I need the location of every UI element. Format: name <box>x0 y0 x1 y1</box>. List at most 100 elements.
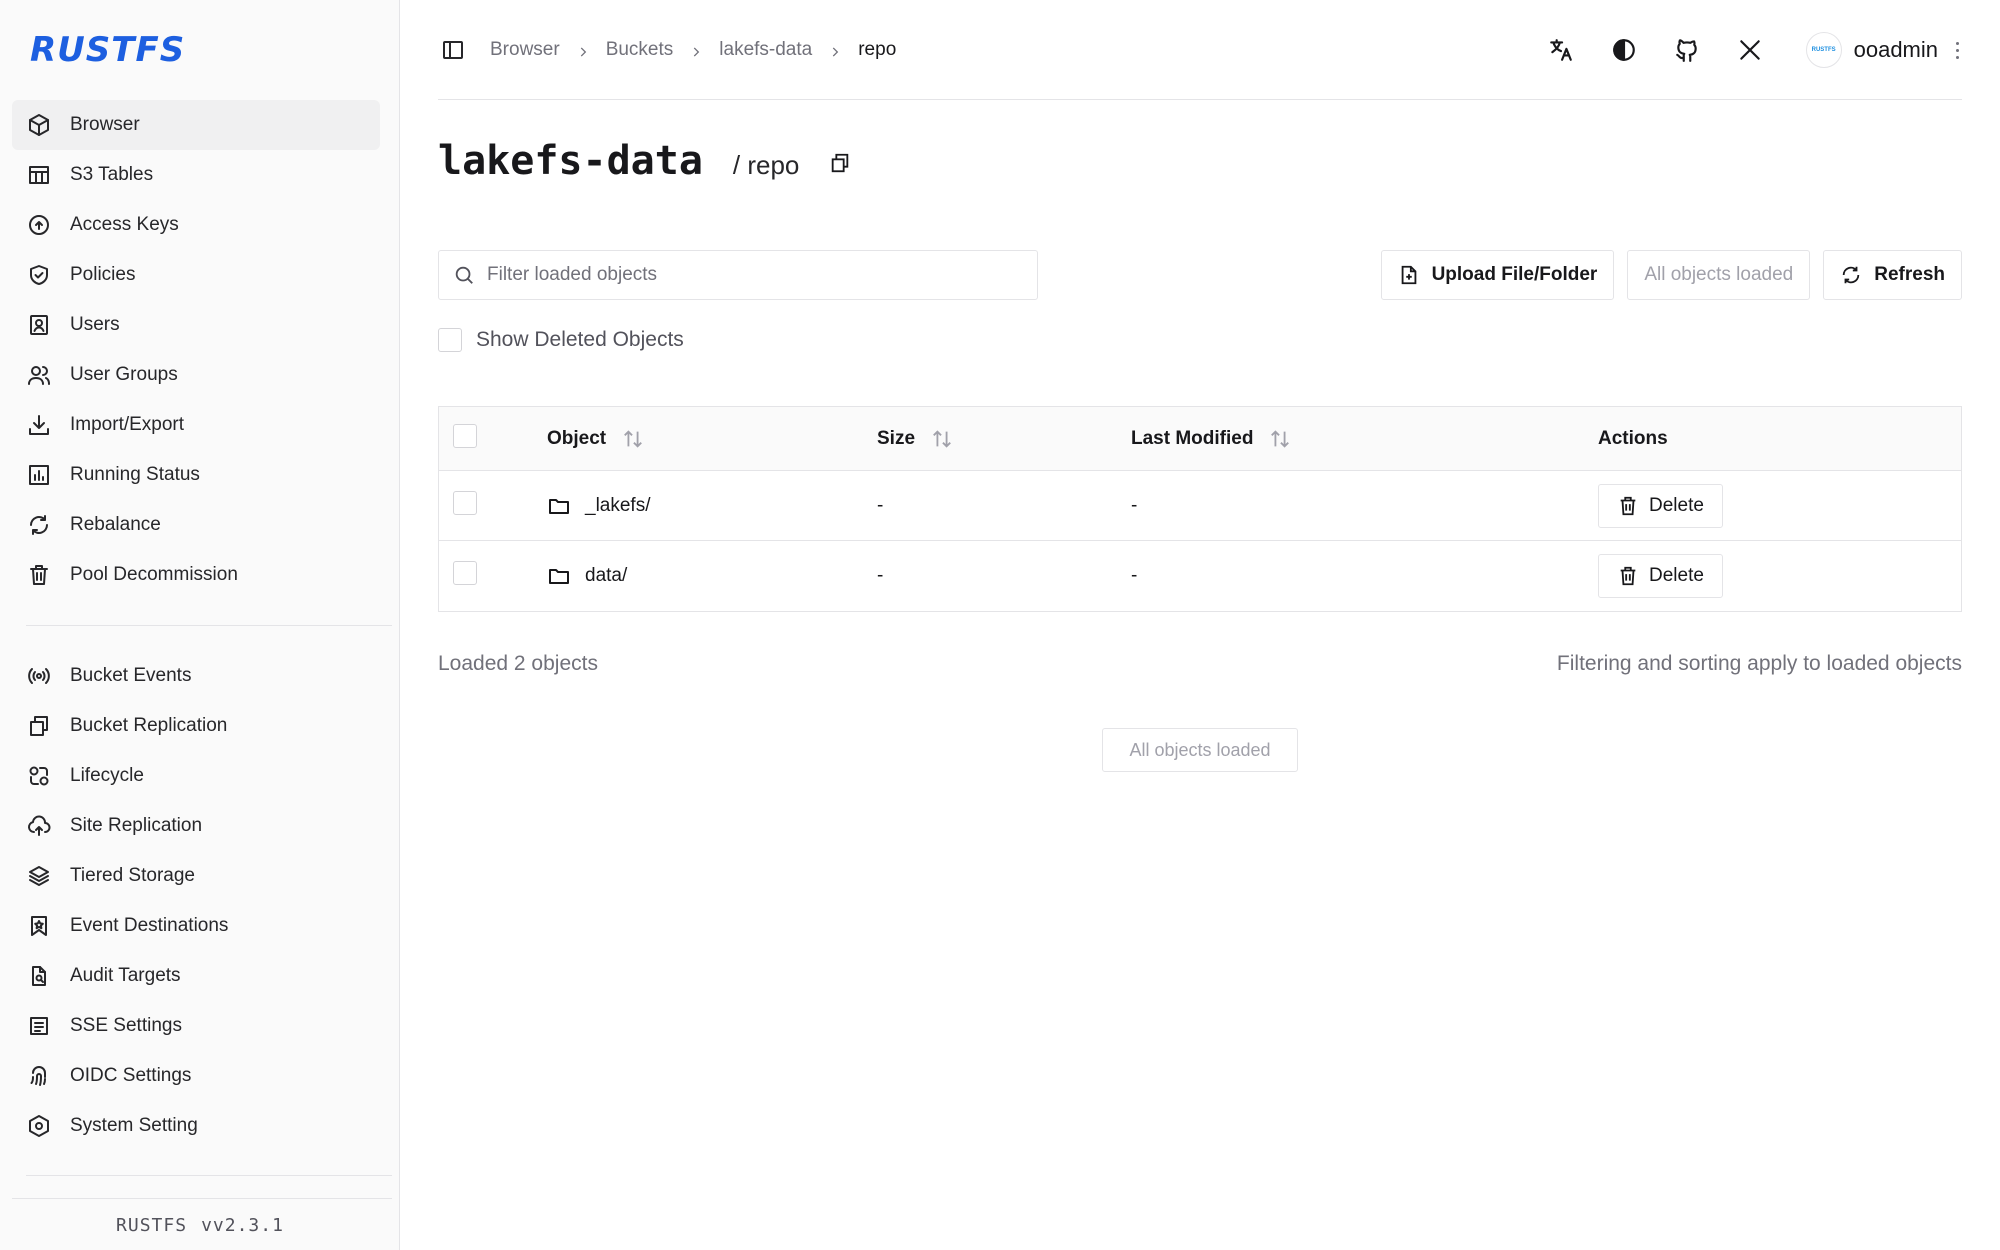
sidebar-item-site-replication[interactable]: Site Replication <box>12 801 380 851</box>
table-row[interactable]: _lakefs/ - - Delete <box>439 471 1961 541</box>
sidebar-item-policies[interactable]: Policies <box>12 250 380 300</box>
row-checkbox[interactable] <box>453 561 477 585</box>
x-social-button[interactable] <box>1730 30 1770 70</box>
row-checkbox[interactable] <box>453 490 477 515</box>
upload-button-label: Upload File/Folder <box>1431 264 1598 285</box>
breadcrumb-browser[interactable]: Browser <box>490 39 560 61</box>
show-deleted-checkbox[interactable] <box>438 328 462 352</box>
sidebar-nav: Browser S3 Tables Access Keys Policies U… <box>12 100 380 600</box>
version-label: RUSTFS vv2.3.1 <box>0 1200 400 1250</box>
sidebar-divider <box>26 625 392 626</box>
version-number: vv2.3.1 <box>201 1214 284 1236</box>
column-actions: Actions <box>1598 428 1961 450</box>
show-deleted-label[interactable]: Show Deleted Objects <box>476 328 684 352</box>
sidebar-item-s3-tables[interactable]: S3 Tables <box>12 150 380 200</box>
avatar[interactable]: RUSTFS <box>1805 32 1842 68</box>
objects-table: Object Size Last Modified Actions _lakef… <box>438 406 1962 612</box>
sidebar-item-lifecycle[interactable]: Lifecycle <box>12 751 380 801</box>
sidebar-item-oidc-settings[interactable]: OIDC Settings <box>12 1051 380 1101</box>
sidebar-item-users[interactable]: Users <box>12 300 380 350</box>
more-vertical-icon[interactable] <box>1952 41 1962 59</box>
table-icon <box>26 162 52 188</box>
sidebar-item-user-groups[interactable]: User Groups <box>12 350 380 400</box>
sidebar-item-import-export[interactable]: Import/Export <box>12 400 380 450</box>
sidebar-item-label: SSE Settings <box>70 1015 182 1036</box>
copy-icon <box>26 713 52 739</box>
sidebar-toggle-button[interactable] <box>438 35 468 65</box>
github-icon <box>1675 39 1697 62</box>
sidebar-item-access-keys[interactable]: Access Keys <box>12 200 380 250</box>
sort-icon[interactable] <box>622 428 644 450</box>
refresh-button[interactable]: Refresh <box>1823 250 1962 300</box>
breadcrumb: Browser Buckets lakefs-data repo <box>490 39 896 61</box>
sidebar-item-bucket-events[interactable]: Bucket Events <box>12 651 380 701</box>
layers-icon <box>26 863 52 889</box>
delete-button[interactable]: Delete <box>1598 483 1723 528</box>
sort-icon[interactable] <box>931 428 953 450</box>
filter-input-wrapper <box>438 250 1038 300</box>
column-size[interactable]: Size <box>877 428 1131 450</box>
sidebar-item-label: S3 Tables <box>70 164 154 185</box>
object-size: - <box>877 494 884 516</box>
theme-toggle-button[interactable] <box>1604 30 1644 70</box>
github-button[interactable] <box>1667 30 1707 70</box>
sidebar-item-label: System Setting <box>70 1115 198 1136</box>
object-name-cell[interactable]: data/ <box>547 564 877 588</box>
sidebar-item-label: User Groups <box>70 364 178 385</box>
sort-icon[interactable] <box>1269 428 1291 450</box>
object-name-cell[interactable]: _lakefs/ <box>547 494 877 518</box>
column-last-modified[interactable]: Last Modified <box>1131 428 1598 450</box>
object-last-modified: - <box>1131 494 1138 516</box>
sidebar-nav-secondary: Bucket Events Bucket Replication Lifecyc… <box>12 651 380 1151</box>
upload-button[interactable]: Upload File/Folder <box>1380 250 1615 300</box>
column-size-label: Size <box>877 427 916 449</box>
sidebar-item-label: Users <box>70 314 120 335</box>
breadcrumb-bucket[interactable]: lakefs-data <box>719 39 812 61</box>
trash-icon <box>26 562 52 588</box>
sidebar-item-pool-decommission[interactable]: Pool Decommission <box>12 550 380 600</box>
breadcrumb-buckets[interactable]: Buckets <box>606 39 674 61</box>
delete-button[interactable]: Delete <box>1598 554 1723 598</box>
copy-path-button[interactable] <box>829 152 855 178</box>
refresh-icon <box>26 512 52 538</box>
object-name[interactable]: data/ <box>585 565 627 587</box>
refresh-icon <box>1843 266 1860 284</box>
bookmark-star-icon <box>26 913 52 939</box>
theme-icon <box>1612 39 1635 61</box>
sidebar-item-running-status[interactable]: Running Status <box>12 450 380 500</box>
delete-button-label: Delete <box>1649 565 1704 586</box>
user-badge-icon <box>26 312 52 338</box>
bar-chart-icon <box>26 462 52 488</box>
sidebar-item-rebalance[interactable]: Rebalance <box>12 500 380 550</box>
sidebar-item-event-destinations[interactable]: Event Destinations <box>12 901 380 951</box>
key-circle-icon <box>26 212 52 238</box>
sidebar-item-label: Import/Export <box>70 414 185 435</box>
sidebar-item-audit-targets[interactable]: Audit Targets <box>12 951 380 1001</box>
column-object-label: Object <box>547 427 607 449</box>
sidebar-item-system-setting[interactable]: System Setting <box>12 1101 380 1151</box>
sidebar-item-sse-settings[interactable]: SSE Settings <box>12 1001 380 1051</box>
sidebar-divider <box>26 1175 392 1176</box>
sidebar-item-browser[interactable]: Browser <box>12 100 380 150</box>
chevron-right-icon <box>689 43 703 57</box>
rustfs-logo[interactable]: RUSTFS <box>30 30 185 70</box>
sidebar-item-label: Audit Targets <box>70 965 181 986</box>
shield-check-icon <box>26 262 52 288</box>
search-icon <box>455 266 473 284</box>
select-all-checkbox[interactable] <box>453 423 477 448</box>
object-name[interactable]: _lakefs/ <box>585 495 650 517</box>
sidebar-item-tiered-storage[interactable]: Tiered Storage <box>12 851 380 901</box>
column-object[interactable]: Object <box>547 428 877 450</box>
cloud-upload-icon <box>26 813 52 839</box>
sidebar-item-label: Lifecycle <box>70 765 144 786</box>
sidebar-panel-icon <box>443 40 463 59</box>
table-row[interactable]: data/ - - Delete <box>439 541 1961 611</box>
sidebar-item-bucket-replication[interactable]: Bucket Replication <box>12 701 380 751</box>
username[interactable]: ooadmin <box>1854 37 1938 63</box>
delete-button-label: Delete <box>1649 494 1704 516</box>
row-select-cell <box>439 490 547 521</box>
refresh-button-label: Refresh <box>1874 264 1945 285</box>
filter-input[interactable] <box>487 264 987 286</box>
show-deleted-toggle: Show Deleted Objects <box>438 328 684 352</box>
translate-button[interactable] <box>1541 30 1581 70</box>
